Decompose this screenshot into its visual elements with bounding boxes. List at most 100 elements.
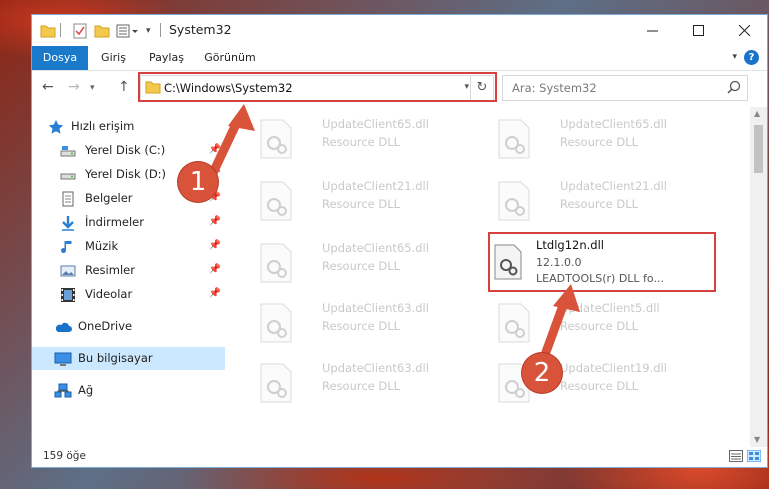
navigation-pane: Hızlı erişim Yerel Disk (C:) 📌 Yerel Dis… [32,105,225,447]
address-path[interactable]: C:\Windows\System32 [164,81,293,95]
music-note-icon [60,239,76,255]
title-separator [160,23,161,37]
network-icon [54,383,72,399]
vertical-scrollbar[interactable]: ▲ ▼ [750,107,767,447]
file-item[interactable]: UpdateClient21.dll Resource DLL [489,175,704,225]
sidebar-item-downloads[interactable]: İndirmeler 📌 [32,211,225,234]
sidebar-item-label: Belgeler [85,191,133,205]
sidebar-item-network[interactable]: Ağ [32,379,225,402]
star-icon [48,119,64,135]
sidebar-item-label: Videolar [85,287,133,301]
dll-file-icon [493,244,523,280]
sidebar-item-this-pc[interactable]: Bu bilgisayar [32,347,225,370]
file-item[interactable]: UpdateClient21.dll Resource DLL [251,175,466,225]
dll-file-icon [259,363,293,403]
quick-access-dropdown-icon[interactable]: ▾ [146,21,151,41]
recent-locations-icon[interactable]: ▾ [90,83,95,93]
maximize-button[interactable] [675,15,721,46]
new-folder-icon[interactable] [94,21,110,41]
file-item[interactable]: UpdateClient5.dll Resource DLL [489,297,704,347]
sidebar-item-label: Yerel Disk (C:) [85,143,166,157]
folder-icon[interactable] [40,21,56,41]
refresh-icon[interactable]: ↻ [470,76,493,100]
sidebar-item-label: Ağ [78,383,94,397]
file-description: Resource DLL [322,379,401,393]
scroll-up-icon[interactable]: ▲ [754,109,760,118]
sidebar-item-local-disk-c[interactable]: Yerel Disk (C:) 📌 [32,139,225,162]
tab-home[interactable]: Giriş [88,46,139,70]
pin-icon[interactable]: 📌 [209,144,221,155]
file-name: UpdateClient63.dll [322,301,429,315]
ribbon-expand-icon[interactable]: ▾ [732,52,737,62]
file-item[interactable]: UpdateClient19.dll Resource DLL [489,357,704,407]
window-title: System32 [169,22,232,37]
file-version: 12.1.0.0 [536,256,582,269]
sidebar-item-music[interactable]: Müzik 📌 [32,235,225,258]
scroll-down-icon[interactable]: ▼ [754,435,760,444]
file-item[interactable]: UpdateClient65.dll Resource DLL [489,113,704,163]
properties-icon[interactable] [73,21,87,41]
sidebar-item-videos[interactable]: Videolar 📌 [32,283,225,306]
item-count: 159 öğe [43,450,86,462]
close-button[interactable] [721,15,767,46]
address-bar[interactable]: C:\Windows\System32 ▾ ↻ [140,75,494,101]
search-icon[interactable] [727,80,741,97]
file-item[interactable]: UpdateClient63.dll Resource DLL [251,297,466,347]
toolbar-separator [60,23,61,37]
customize-toolbar-icon[interactable] [116,21,140,41]
file-name: UpdateClient65.dll [322,117,429,131]
tab-file[interactable]: Dosya [32,46,88,70]
sidebar-item-onedrive[interactable]: OneDrive [32,315,225,338]
computer-icon [54,351,72,367]
step-1-callout: 1 [178,162,218,202]
sidebar-item-pictures[interactable]: Resimler 📌 [32,259,225,282]
file-description: Resource DLL [322,135,401,149]
sidebar-item-quick-access[interactable]: Hızlı erişim [32,115,225,138]
file-description: Resource DLL [322,197,401,211]
minimize-button[interactable] [629,15,675,46]
sidebar-item-label: İndirmeler [85,215,144,229]
pin-icon[interactable]: 📌 [209,216,221,227]
navigation-bar: ← → ▾ ↑ C:\Windows\System32 ▾ ↻ Ara: Sys… [32,71,767,105]
sidebar-item-label: Müzik [85,239,119,253]
sidebar-item-label: OneDrive [78,319,133,333]
file-name: UpdateClient65.dll [322,241,429,255]
download-arrow-icon [60,215,76,231]
file-name: Ltdlg12n.dll [536,238,604,252]
sidebar-item-label: Bu bilgisayar [78,351,153,365]
pin-icon[interactable]: 📌 [209,240,221,251]
file-item[interactable]: UpdateClient65.dll Resource DLL [251,113,466,163]
step-2-callout: 2 [522,353,562,393]
pin-icon[interactable]: 📌 [209,288,221,299]
search-box[interactable]: Ara: System32 [502,75,748,101]
file-name: UpdateClient21.dll [322,179,429,193]
file-item-ltdlg12n[interactable]: Ltdlg12n.dll 12.1.0.0 LEADTOOLS(r) DLL f… [489,235,704,285]
file-list: UpdateClient65.dll Resource DLL UpdateCl… [227,105,744,430]
help-icon[interactable]: ? [744,50,759,65]
dll-file-icon [497,119,531,159]
sidebar-item-label: Hızlı erişim [71,119,135,133]
address-dropdown-icon[interactable]: ▾ [464,82,469,92]
details-view-icon[interactable] [729,450,743,465]
forward-arrow-icon[interactable]: → [68,79,80,95]
file-description: Resource DLL [560,319,639,333]
pin-icon[interactable]: 📌 [209,264,221,275]
up-arrow-icon[interactable]: ↑ [118,79,130,95]
file-description: Resource DLL [322,319,401,333]
file-description: Resource DLL [322,259,401,273]
large-icons-view-icon[interactable] [746,449,762,465]
folder-icon [145,80,161,97]
sidebar-item-label: Resimler [85,263,135,277]
file-item[interactable]: UpdateClient63.dll Resource DLL [251,357,466,407]
back-arrow-icon[interactable]: ← [42,79,54,95]
cloud-icon [54,319,72,335]
sidebar-item-label: Yerel Disk (D:) [85,167,167,181]
search-input[interactable]: Ara: System32 [512,81,597,95]
scrollbar-thumb[interactable] [754,125,763,173]
pictures-icon [60,263,76,279]
file-item[interactable]: UpdateClient65.dll Resource DLL [251,237,466,287]
tab-share[interactable]: Paylaş [139,46,194,70]
tab-view[interactable]: Görünüm [194,46,266,70]
dll-file-icon [497,303,531,343]
title-bar: ▾ System32 [32,15,767,46]
